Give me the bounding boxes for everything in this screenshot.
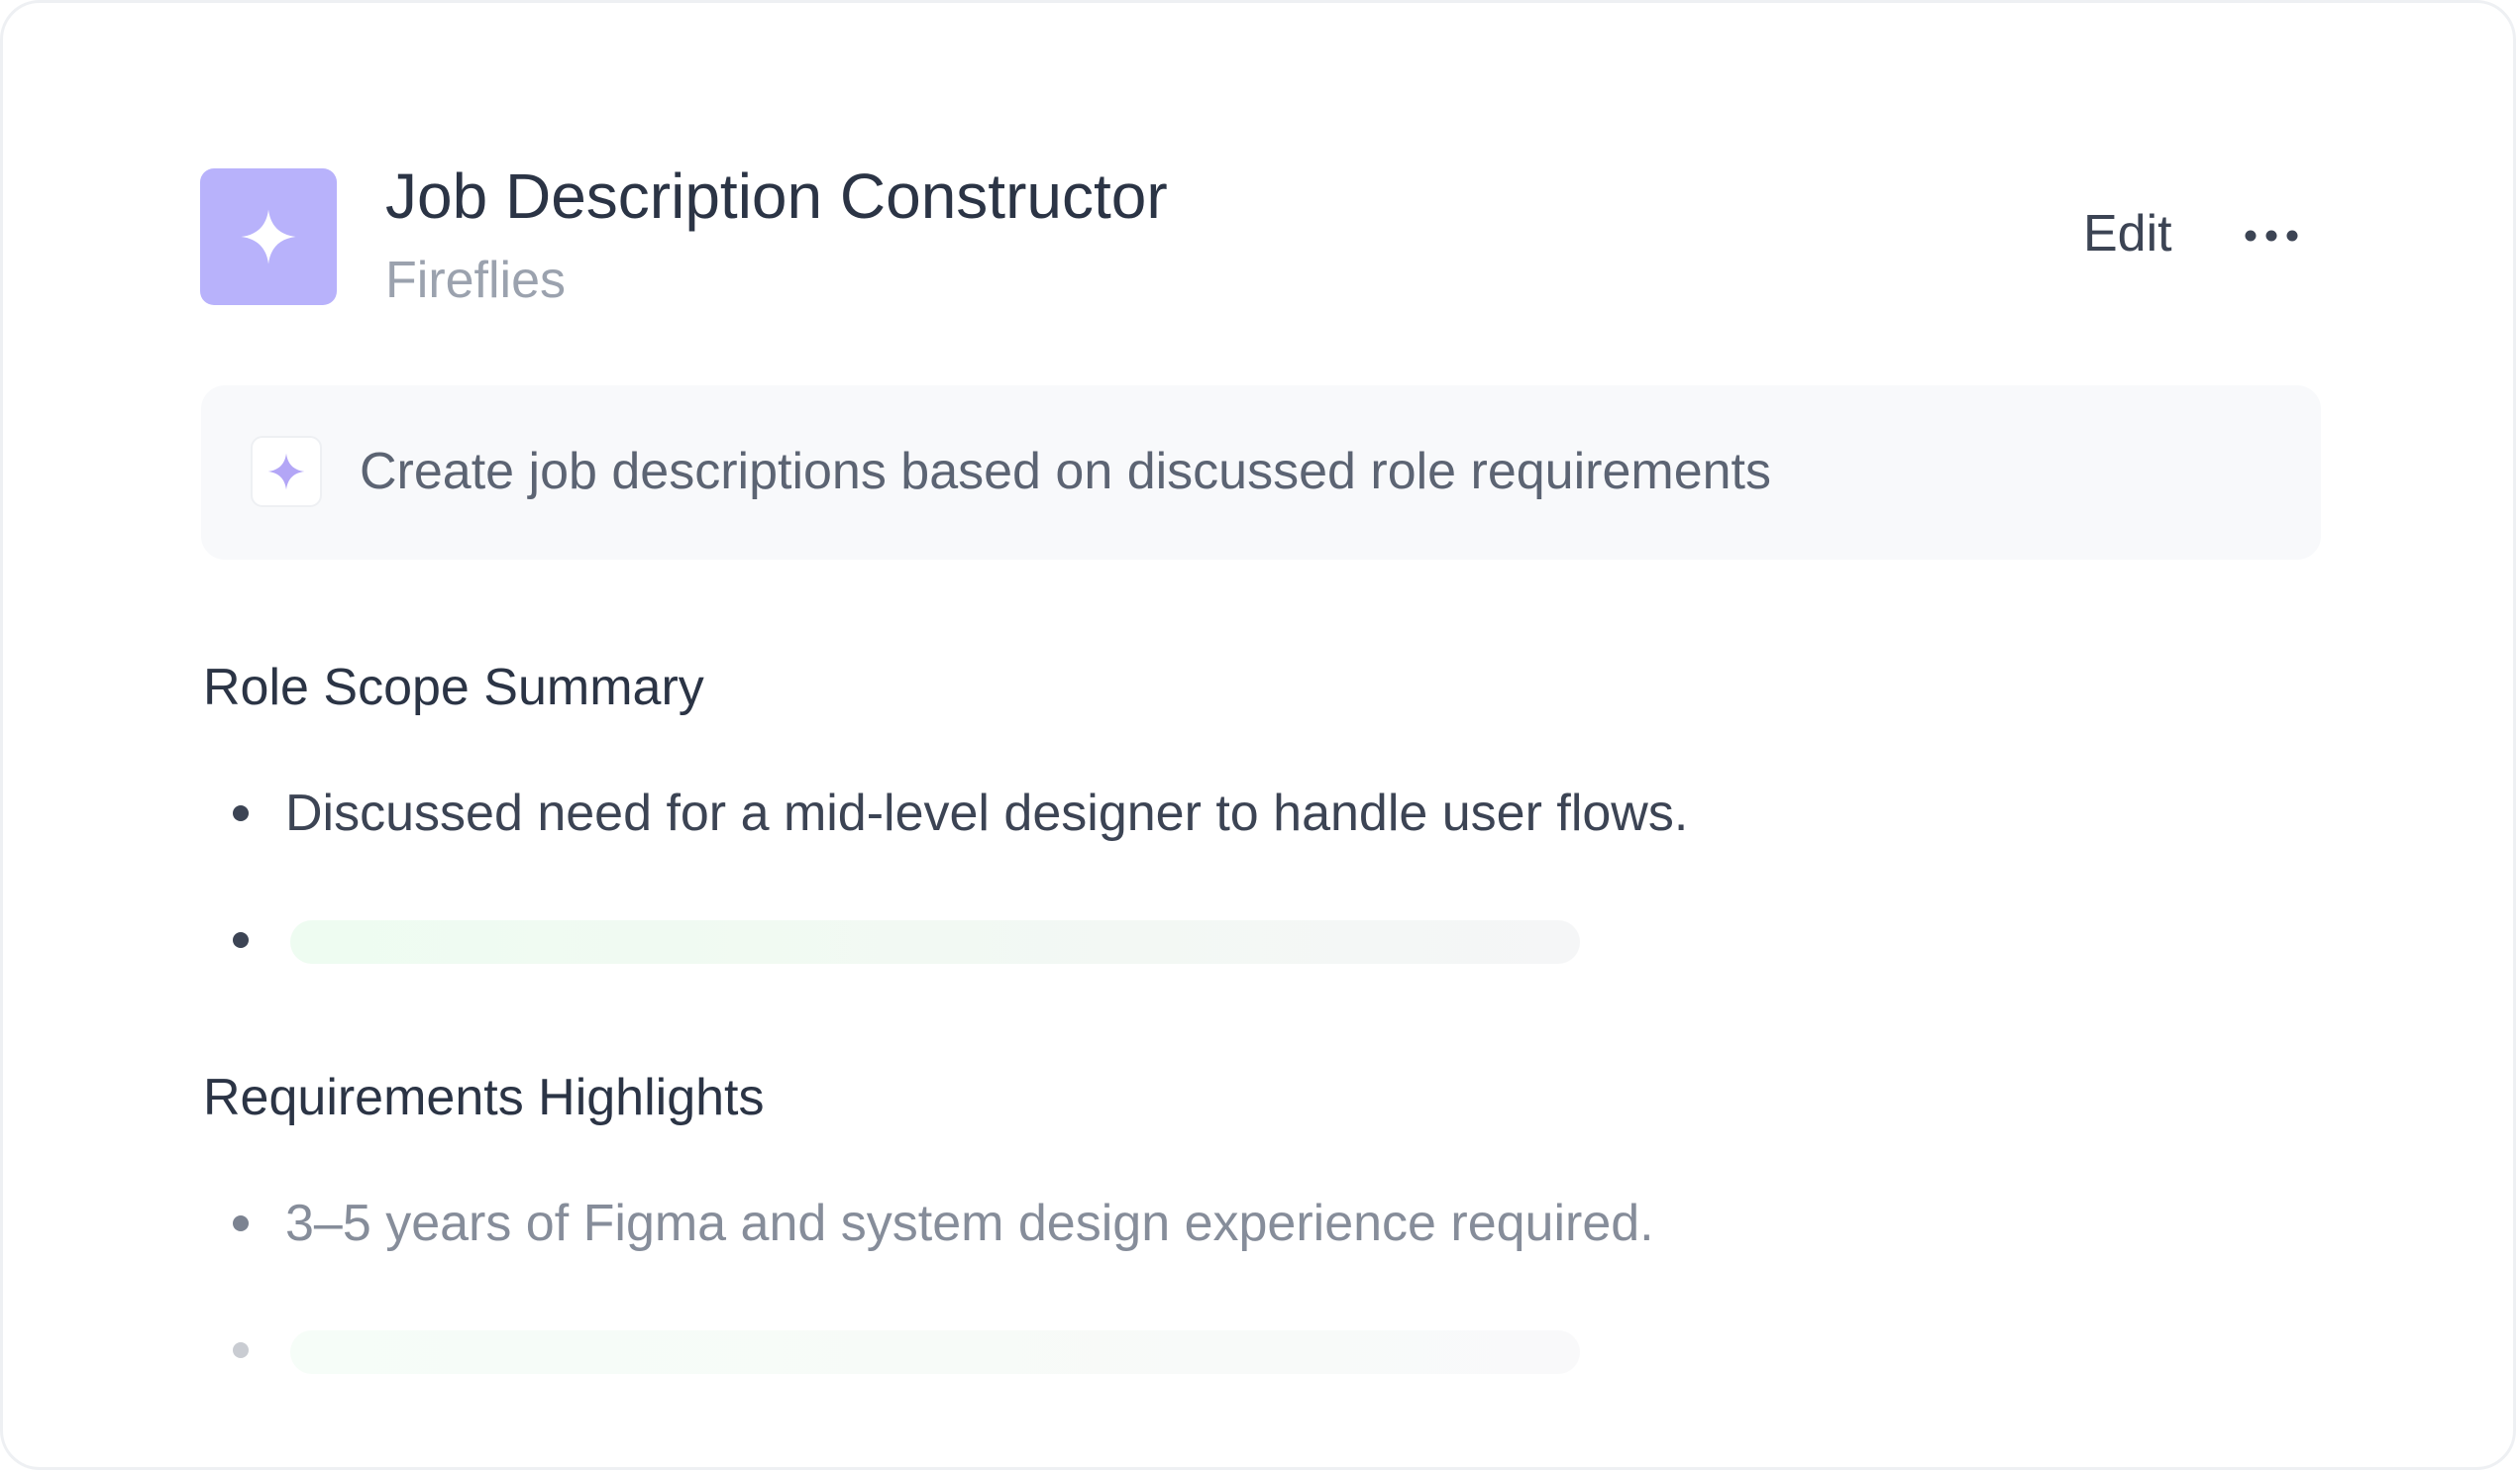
prompt-box: Create job descriptions based on discuss… [201,385,2321,560]
sparkle-icon [267,453,305,490]
more-horizontal-icon [2245,230,2298,242]
edit-button[interactable]: Edit [2083,199,2172,268]
app-icon [200,168,337,305]
bullet-dot [233,932,249,948]
bullet-dot [233,805,249,821]
list-item-text: 3–5 years of Figma and system design exp… [285,1195,1654,1252]
page-title: Job Description Constructor [385,160,1168,232]
more-options-button[interactable] [2237,206,2306,265]
loading-skeleton [290,920,1580,964]
loading-skeleton [290,1330,1580,1374]
section-title-role-scope: Role Scope Summary [203,659,704,716]
section-title-requirements: Requirements Highlights [203,1069,765,1126]
bullet-dot [233,1215,249,1231]
prompt-text: Create job descriptions based on discuss… [360,443,1771,500]
list-item-text: Discussed need for a mid-level designer … [285,785,1689,842]
prompt-icon [251,436,322,507]
assistant-card: Job Description Constructor Fireflies Ed… [0,0,2516,1470]
sparkle-icon [241,209,296,264]
bullet-dot [233,1342,249,1358]
app-source-label: Fireflies [385,252,567,309]
